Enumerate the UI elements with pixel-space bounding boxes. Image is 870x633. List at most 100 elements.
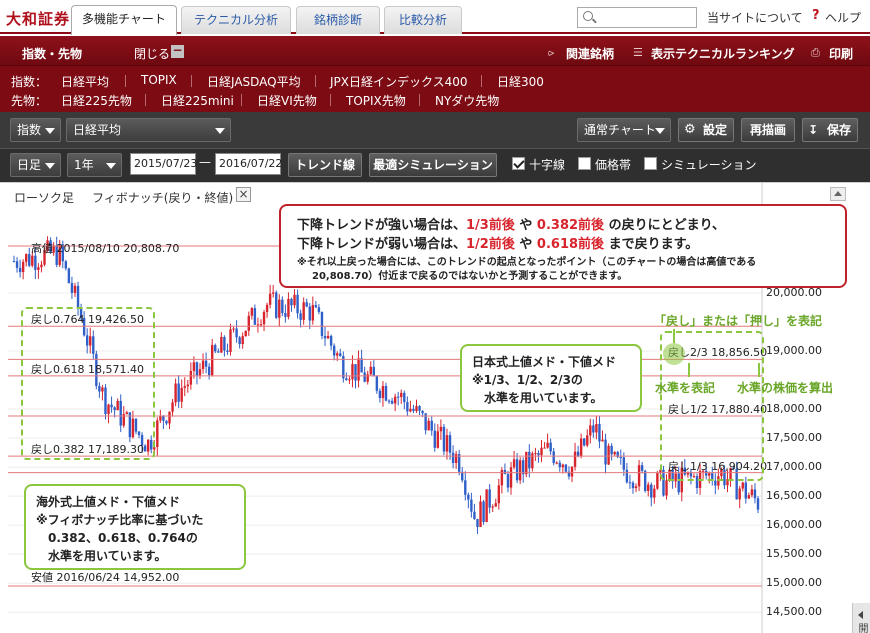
- close-legend-icon[interactable]: ×: [236, 187, 251, 202]
- candle-body: [491, 506, 494, 508]
- futures-nikkei-vi[interactable]: 日経VI先物: [257, 92, 317, 109]
- candle-body: [214, 345, 217, 352]
- candle-body: [515, 459, 519, 481]
- candle-body: [564, 464, 568, 472]
- divider: [145, 94, 146, 106]
- candle-body: [37, 267, 40, 270]
- y-tick-label: 14,500.00: [766, 605, 822, 619]
- price-band-label: 価格帯: [595, 158, 632, 172]
- candle-body: [442, 426, 446, 452]
- technical-ranking-link[interactable]: 表示テクニカルランキング: [651, 45, 795, 62]
- trendline-button[interactable]: トレンド線: [288, 153, 362, 177]
- candle-body: [366, 374, 369, 382]
- index-jpx400[interactable]: JPX日経インデックス400: [330, 73, 468, 90]
- category-select[interactable]: 指数: [10, 118, 61, 142]
- daiwa-logo[interactable]: 大和証券: [6, 8, 70, 29]
- chart-area[interactable]: ローソク足 フィボナッチ(戻り・終値) × 開く 高値 2015/08/10 2…: [0, 182, 870, 633]
- divider: [481, 75, 482, 87]
- tab-multi-chart[interactable]: 多機能チャート: [71, 5, 177, 35]
- candle-body: [210, 345, 214, 376]
- symbol-select[interactable]: 日経平均: [66, 118, 231, 142]
- price-band-checkbox[interactable]: [578, 157, 591, 170]
- candle-body: [31, 255, 34, 266]
- futures-ny-dow[interactable]: NYダウ先物: [435, 92, 499, 109]
- candle-body: [387, 400, 391, 402]
- settings-button[interactable]: ⚙ 設定: [678, 118, 734, 142]
- candle-body: [302, 302, 305, 320]
- save-button[interactable]: ↧ 保存: [802, 118, 858, 142]
- candle-body: [238, 337, 241, 345]
- candle-body: [207, 366, 211, 376]
- crosshair-checkbox[interactable]: [512, 157, 525, 170]
- candle-body: [396, 396, 400, 398]
- candle-body: [256, 324, 260, 326]
- panel-close-link[interactable]: 閉じる: [134, 45, 170, 62]
- candle-body: [647, 484, 650, 491]
- panel-header: 指数・先物 閉じる − ⪧ 関連銘柄 ☰ 表示テクニカルランキング ⎙ 印刷: [0, 36, 870, 66]
- candle-body: [747, 495, 751, 499]
- candle-body: [525, 451, 528, 475]
- candle-body: [323, 336, 327, 339]
- redraw-button[interactable]: 再描画: [741, 118, 795, 142]
- candle-body: [619, 457, 622, 459]
- futures-topix[interactable]: TOPIX先物: [346, 92, 406, 109]
- divider: [419, 94, 420, 106]
- futures-nikkei225[interactable]: 日経225先物: [61, 92, 132, 109]
- candle-body: [232, 328, 235, 330]
- tab-stock-diagnosis[interactable]: 銘柄診断: [296, 6, 380, 34]
- candle-body: [24, 254, 28, 262]
- search-icon: [583, 11, 593, 21]
- candle-body: [625, 469, 629, 483]
- candle-body: [546, 442, 549, 448]
- date-to-input[interactable]: 2016/07/22: [215, 153, 282, 175]
- candle-body: [528, 451, 531, 469]
- simulation-label: シミュレーション: [661, 158, 757, 172]
- candle-body: [552, 451, 555, 464]
- period-select[interactable]: 日足: [10, 153, 61, 177]
- help-link[interactable]: ヘルプ: [825, 9, 861, 26]
- print-link[interactable]: 印刷: [829, 45, 853, 62]
- tab-comparison[interactable]: 比較分析: [384, 6, 462, 34]
- pointer-line: [673, 329, 675, 343]
- scroll-up-icon[interactable]: [830, 187, 846, 201]
- chevron-down-icon: [655, 128, 665, 134]
- candle-body: [634, 486, 638, 489]
- futures-nikkei225mini[interactable]: 日経225mini: [161, 92, 234, 109]
- chart-type-select[interactable]: 通常チャート: [577, 118, 671, 142]
- candle-body: [314, 305, 318, 308]
- optimize-simulation-button[interactable]: 最適シミュレーション: [369, 153, 497, 177]
- candle-body: [512, 459, 516, 468]
- list-icon: ☰: [633, 46, 643, 59]
- simulation-checkbox[interactable]: [644, 157, 657, 170]
- range-select[interactable]: 1年: [67, 153, 122, 177]
- candle-body: [714, 480, 717, 486]
- top-navigation: 大和証券 多機能チャート テクニカル分析 銘柄診断 比較分析 当サイトについて …: [0, 0, 870, 35]
- divider: [241, 94, 242, 106]
- date-from-input[interactable]: 2015/07/23: [130, 153, 197, 175]
- candle-body: [549, 442, 552, 452]
- candle-body: [451, 452, 455, 464]
- foreign-line-1: 海外式上値メド・下値メド: [36, 495, 181, 509]
- legend-fibonacci: フィボナッチ(戻り・終値): [92, 191, 234, 205]
- candle-body: [436, 431, 440, 448]
- candle-body: [192, 362, 196, 371]
- candle-body: [390, 400, 394, 404]
- index-nikkei300[interactable]: 日経300: [497, 73, 544, 90]
- side-panel-toggle[interactable]: 開く: [852, 603, 870, 633]
- related-stocks-link[interactable]: 関連銘柄: [566, 45, 614, 62]
- search-input[interactable]: [577, 7, 697, 28]
- collapse-icon[interactable]: −: [171, 44, 184, 58]
- index-topix[interactable]: TOPIX: [141, 73, 177, 87]
- candle-body: [186, 384, 190, 387]
- candle-body: [503, 470, 507, 475]
- candle-body: [473, 511, 476, 520]
- index-nikkei-avg[interactable]: 日経平均: [61, 73, 109, 90]
- tab-technical-analysis[interactable]: テクニカル分析: [181, 6, 291, 34]
- candle-body: [262, 311, 266, 325]
- divider: [191, 75, 192, 87]
- candle-body: [589, 425, 592, 436]
- index-jasdaq[interactable]: 日経JASDAQ平均: [207, 73, 301, 90]
- candle-body: [454, 454, 458, 464]
- about-link[interactable]: 当サイトについて: [707, 9, 803, 26]
- candle-body: [384, 386, 388, 401]
